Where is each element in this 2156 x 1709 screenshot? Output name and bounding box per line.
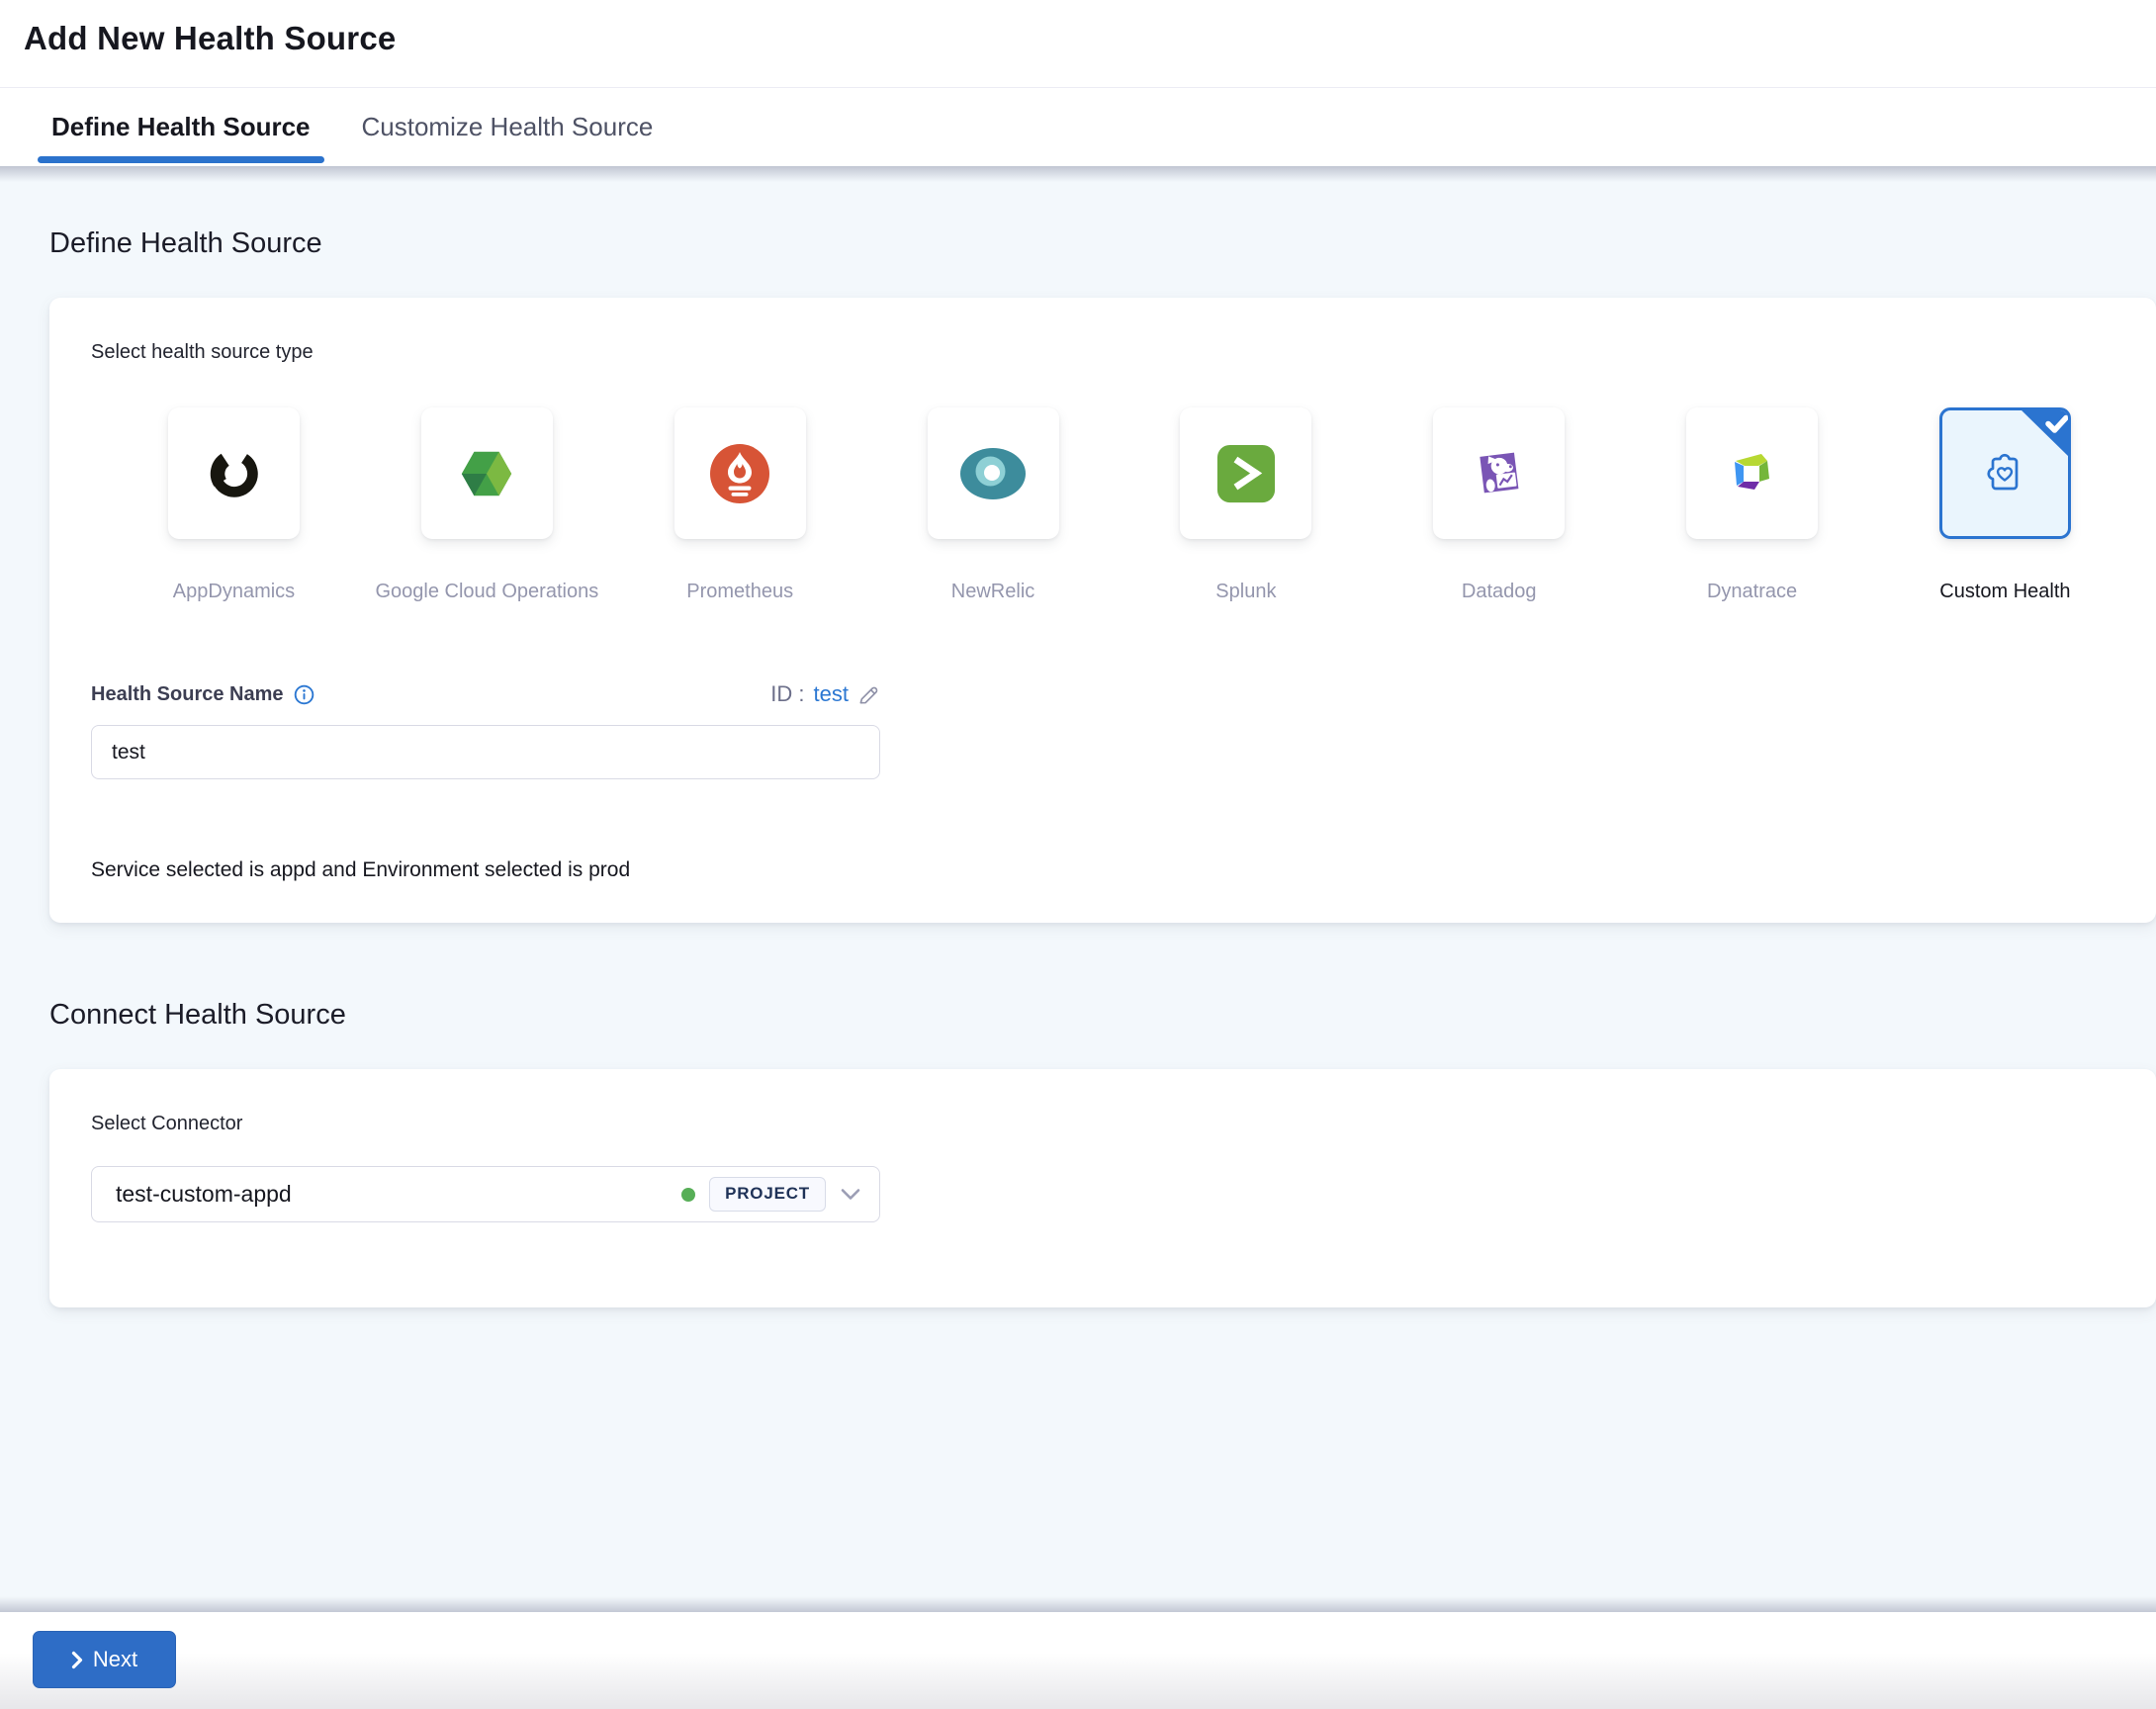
health-source-type-icon-slot <box>958 445 1028 502</box>
info-icon[interactable] <box>294 684 314 705</box>
source-type-row: AppDynamics Google Cloud Operations Prom… <box>168 407 2071 603</box>
health-source-type-label: Custom Health <box>1939 581 2071 602</box>
health-source-name-row: Health Source Name ID : test <box>91 681 880 707</box>
health-source-type-icon-slot <box>204 443 265 504</box>
health-source-type-card[interactable]: Splunk <box>1180 407 1312 603</box>
connector-scope-badge: PROJECT <box>709 1177 826 1212</box>
health-source-name-label-group: Health Source Name <box>91 683 314 706</box>
next-button[interactable]: Next <box>33 1631 176 1688</box>
health-source-type-label: Dynatrace <box>1706 581 1798 602</box>
page-title: Add New Health Source <box>24 20 397 56</box>
connector-status-dot <box>681 1187 696 1202</box>
health-source-type-icon-slot <box>708 442 771 505</box>
edit-pencil-icon[interactable] <box>857 683 880 706</box>
health-source-type-icon-slot <box>1721 442 1784 505</box>
health-source-type-label: Splunk <box>1215 581 1277 602</box>
connector-value: test-custom-appd <box>116 1181 292 1207</box>
health-source-type-icon-slot <box>456 443 517 504</box>
health-source-type-label: Datadog <box>1461 581 1537 602</box>
datadog-icon <box>1480 452 1519 493</box>
health-source-type-card[interactable]: AppDynamics <box>168 407 300 603</box>
tab-customize-health-source[interactable]: Customize Health Source <box>360 88 656 166</box>
selected-check-icon <box>2018 410 2068 460</box>
health-source-type-icon-slot <box>1469 443 1530 504</box>
define-health-source-heading: Define Health Source <box>49 227 322 259</box>
connector-status-group: PROJECT <box>681 1177 861 1212</box>
splunk-icon <box>1216 444 1275 502</box>
health-source-type-icon-slot <box>1215 443 1277 504</box>
prometheus-icon <box>710 443 770 503</box>
health-source-type-label: Prometheus <box>686 581 794 602</box>
id-prefix: ID : <box>770 681 805 706</box>
connect-health-source-card: Select Connector test-custom-appd PROJEC… <box>49 1069 2156 1307</box>
health-source-type-card[interactable]: Prometheus <box>674 407 806 603</box>
health-source-type-label: NewRelic <box>950 581 1035 602</box>
health-source-name-input[interactable] <box>91 725 880 779</box>
chevron-down-icon[interactable] <box>840 1188 861 1202</box>
appdynamics-icon <box>210 449 258 497</box>
dialog-footer: Next <box>0 1596 2156 1709</box>
health-source-type-card[interactable]: Datadog <box>1433 407 1566 603</box>
dialog-body: Define Health Source Select health sourc… <box>0 166 2156 1612</box>
connect-health-source-heading: Connect Health Source <box>49 999 346 1031</box>
next-button-label: Next <box>92 1647 138 1671</box>
select-health-source-type-label: Select health source type <box>91 341 314 363</box>
health-source-type-label: AppDynamics <box>172 581 296 602</box>
dialog-header: Add New Health Source Define Health Sour… <box>0 0 2156 182</box>
health-source-type-card[interactable]: NewRelic <box>927 407 1059 603</box>
connector-select[interactable]: test-custom-appd PROJECT <box>91 1166 880 1222</box>
health-source-type-card[interactable]: Google Cloud Operations <box>376 407 598 603</box>
id-value: test <box>813 681 849 706</box>
dynatrace-icon <box>1734 453 1769 490</box>
tab-define-health-source[interactable]: Define Health Source <box>38 88 324 166</box>
health-source-name-label: Health Source Name <box>91 682 284 705</box>
health-source-type-label: Google Cloud Operations <box>375 581 599 602</box>
newrelic-icon <box>960 447 1027 499</box>
tab-bar: Define Health Source Customize Health So… <box>0 87 2156 166</box>
chevron-right-icon <box>71 1651 82 1668</box>
health-source-type-card[interactable]: Dynatrace <box>1686 407 1819 603</box>
select-connector-label: Select Connector <box>91 1113 243 1134</box>
health-source-type-card[interactable]: Custom Health <box>1938 407 2071 603</box>
health-source-id-group: ID : test <box>770 681 880 707</box>
google-cloud-operations-icon <box>462 451 512 495</box>
define-health-source-card: Select health source type AppDynamics Go… <box>49 298 2156 923</box>
service-environment-note: Service selected is appd and Environment… <box>91 858 631 881</box>
